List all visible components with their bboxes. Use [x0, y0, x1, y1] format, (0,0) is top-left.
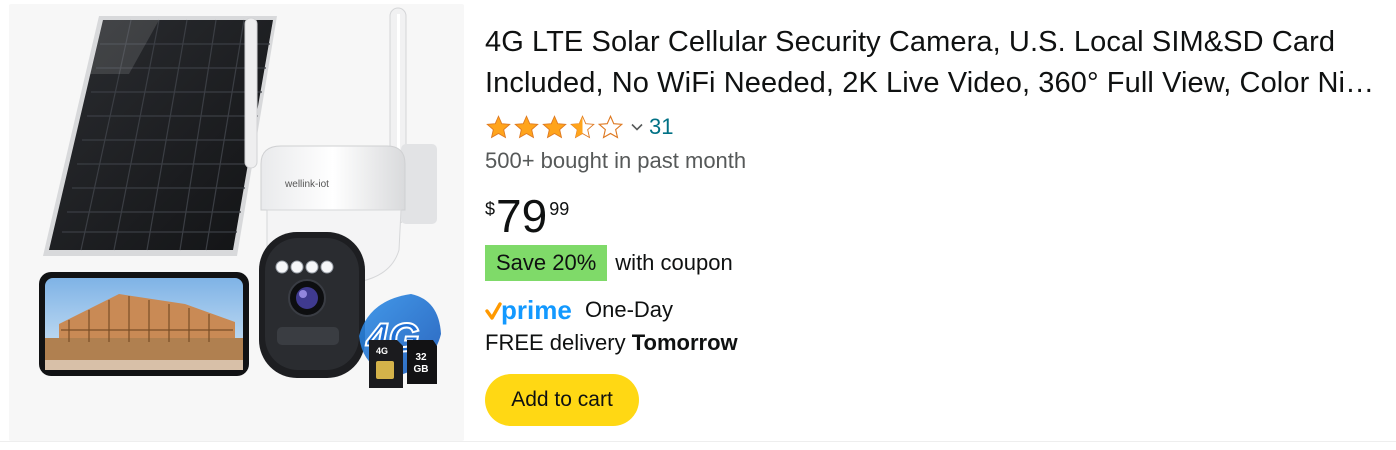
sim-label: 4G [376, 346, 388, 356]
rating-count-link[interactable]: 31 [649, 114, 673, 140]
product-card: wellink-iot 4G 4G 32 GB 4G LTE Solar Cel… [0, 0, 1396, 450]
bought-in-past-month: 500+ bought in past month [485, 148, 747, 173]
sim-card-icon: 4G [369, 340, 403, 388]
product-image-art: wellink-iot 4G 4G 32 GB [39, 7, 441, 388]
rating-row[interactable]: 31 [485, 112, 673, 142]
delivery-info: FREE delivery Tomorrow [485, 330, 738, 356]
prime-check-icon: prime [485, 295, 572, 325]
divider [0, 441, 1396, 442]
sd-card-label: 32 [415, 352, 427, 363]
price: $ 79 99 [485, 190, 569, 246]
price-whole: 79 [496, 190, 548, 242]
product-image[interactable]: wellink-iot 4G 4G 32 GB [9, 4, 464, 441]
add-to-cart-button[interactable]: Add to cart [485, 374, 639, 426]
star-icon [542, 114, 567, 138]
brand-mark: wellink-iot [284, 179, 329, 190]
antenna-left [244, 17, 258, 169]
chevron-down-icon[interactable] [631, 122, 643, 132]
star-icon [514, 114, 539, 138]
coupon-text: with coupon [615, 250, 733, 275]
phone-preview [39, 272, 249, 376]
solar-panel [43, 16, 277, 256]
prime-logo-text: prime [501, 295, 572, 325]
product-title-link[interactable]: 4G LTE Solar Cellular Security Camera, U… [485, 22, 1390, 104]
star-half-icon [570, 114, 595, 138]
prime-speed: One-Day [585, 297, 674, 322]
coupon-badge[interactable]: Save 20% [485, 245, 608, 281]
price-fraction: 99 [549, 199, 570, 219]
star-icon [486, 114, 511, 138]
coupon-row: Save 20% with coupon [485, 245, 733, 281]
price-symbol: $ [485, 199, 496, 219]
star-empty-icon [597, 114, 624, 139]
sd-card-icon: 32 GB [407, 340, 437, 384]
sd-card-unit: GB [414, 364, 429, 375]
star-rating[interactable] [485, 114, 624, 141]
prime-row: prime One-Day [485, 294, 673, 326]
delivery-prefix: FREE delivery [485, 330, 626, 355]
delivery-day: Tomorrow [631, 330, 738, 355]
